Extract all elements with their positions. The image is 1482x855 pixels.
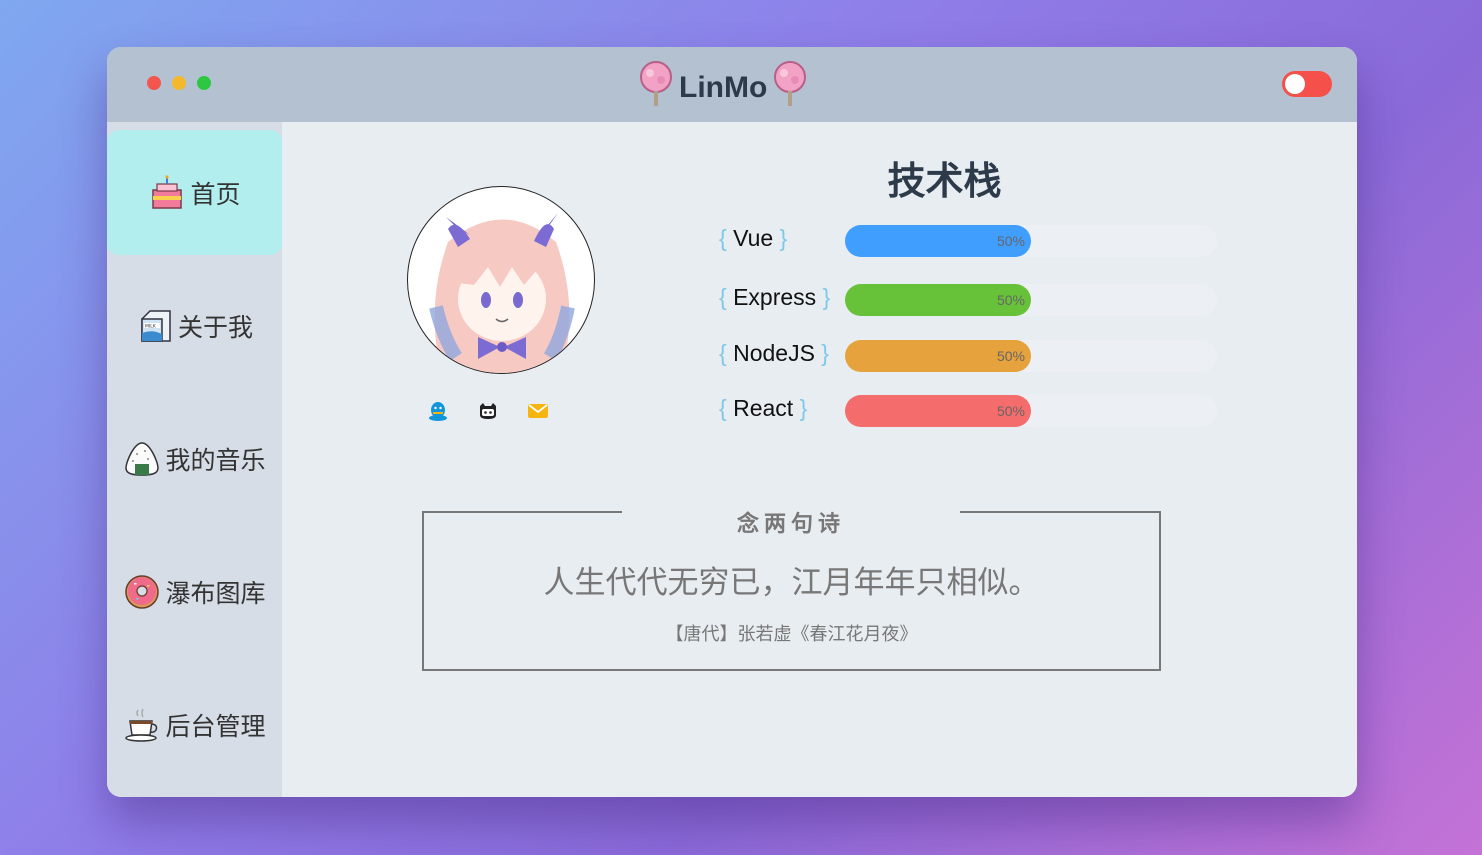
rice-ball-icon — [125, 441, 160, 476]
skill-percent: 50% — [996, 233, 1025, 249]
skill-progress-track: 50% — [845, 340, 1217, 372]
mail-icon[interactable] — [527, 400, 549, 422]
milk-carton-icon: MILK — [141, 309, 171, 342]
close-window-button[interactable] — [147, 76, 161, 90]
brand-name: LinMo — [679, 71, 768, 104]
cake-icon — [152, 174, 183, 209]
main-content: 技术栈 { Vue } 50% { Express } 50% { NodeJS… — [282, 122, 1357, 797]
maximize-window-button[interactable] — [197, 76, 211, 90]
skill-progress-fill: 50% — [845, 225, 1031, 257]
skill-progress-track: 50% — [845, 225, 1217, 257]
skill-percent: 50% — [996, 348, 1025, 364]
sidebar-item-gallery[interactable]: 瀑布图库 — [107, 529, 282, 654]
cotton-candy-icon — [774, 61, 807, 106]
sidebar-item-about[interactable]: MILK 关于我 — [107, 263, 282, 388]
toggle-knob — [1285, 74, 1305, 94]
sidebar-item-label: 瀑布图库 — [165, 579, 266, 608]
sidebar-item-label: 关于我 — [177, 313, 253, 342]
poem-source: 【唐代】张若虚《春江花月夜》 — [665, 624, 918, 644]
avatar — [407, 186, 595, 374]
cotton-candy-icon — [640, 61, 672, 106]
skill-percent: 50% — [996, 403, 1025, 419]
sidebar-item-label: 后台管理 — [165, 712, 266, 741]
donut-icon — [125, 574, 160, 609]
title-bar: LinMo — [107, 47, 1357, 122]
theme-toggle[interactable] — [1282, 71, 1332, 97]
anime-girl-avatar — [429, 213, 575, 373]
skills-title: 技术栈 — [887, 161, 1002, 203]
app-window: LinMo 首页 MILK 关于我 我的音乐 瀑布图库 后台管理 技术栈 {V… — [107, 47, 1357, 797]
svg-text:MILK: MILK — [145, 323, 157, 329]
sidebar-item-label: 我的音乐 — [165, 446, 266, 475]
coffee-cup-icon — [125, 708, 158, 742]
skill-percent: 50% — [996, 292, 1025, 308]
sidebar-item-admin[interactable]: 后台管理 — [107, 662, 282, 787]
skill-progress-fill: 50% — [845, 284, 1031, 316]
skill-row-express: { Express } 50% — [719, 281, 1219, 316]
sidebar-item-label: 首页 — [190, 180, 241, 209]
poem-heading: 念两句诗 — [736, 511, 845, 536]
minimize-window-button[interactable] — [172, 76, 186, 90]
poem-line: 人生代代无穷已，江月年年只相似。 — [543, 565, 1040, 600]
skill-row-react: { React } 50% — [719, 392, 1219, 427]
skill-label: { Express } — [719, 284, 831, 310]
github-icon[interactable] — [477, 400, 499, 422]
skill-progress-track: 50% — [845, 284, 1217, 316]
skill-label: { NodeJS } — [719, 340, 829, 366]
skill-progress-fill: 50% — [845, 340, 1031, 372]
skill-label: { React } — [719, 395, 808, 421]
poem-frame-top-left — [422, 511, 622, 513]
sidebar-item-music[interactable]: 我的音乐 — [107, 396, 282, 521]
poem-frame-top-right — [960, 511, 1159, 513]
skill-row-nodejs: { NodeJS } 50% — [719, 337, 1219, 372]
skill-progress-fill: 50% — [845, 395, 1031, 427]
sidebar-item-home[interactable]: 首页 — [107, 130, 282, 255]
skill-label: { Vue } — [719, 225, 788, 251]
skill-progress-track: 50% — [845, 395, 1217, 427]
brand: LinMo — [637, 55, 809, 113]
sidebar: 首页 MILK 关于我 我的音乐 瀑布图库 后台管理 — [107, 122, 282, 797]
skill-row-vue: { Vue } 50% — [719, 222, 1219, 257]
qq-icon[interactable] — [427, 400, 449, 422]
